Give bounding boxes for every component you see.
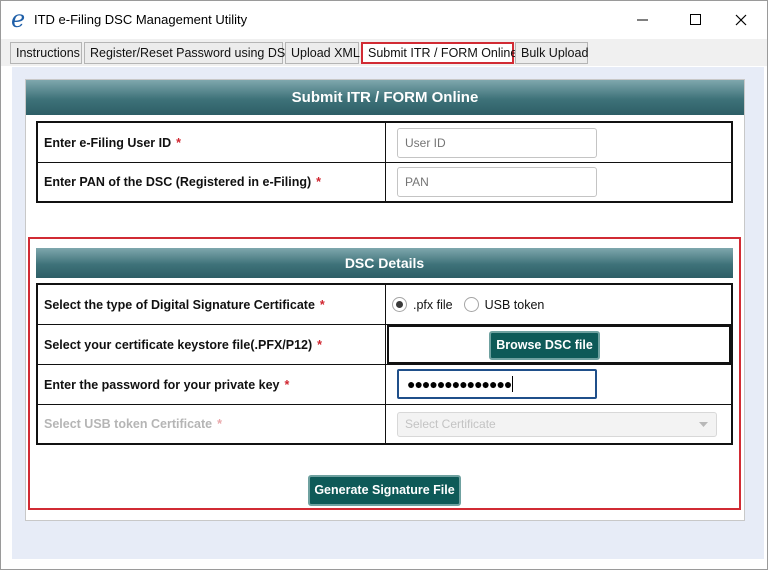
user-id-label-cell: Enter e-Filing User ID * xyxy=(38,123,386,162)
cert-type-radio-group: .pfx file USB token xyxy=(392,285,544,324)
text-caret xyxy=(512,376,514,392)
tab-submit-itr-form-online[interactable]: Submit ITR / FORM Online xyxy=(361,42,517,64)
maximize-button[interactable] xyxy=(681,7,711,33)
cert-type-row: Select the type of Digital Signature Cer… xyxy=(38,285,731,325)
page-title: Submit ITR / FORM Online xyxy=(26,80,744,115)
cert-type-label-cell: Select the type of Digital Signature Cer… xyxy=(38,285,386,324)
tab-register-reset-password[interactable]: Register/Reset Password using DSC xyxy=(84,42,294,64)
usb-certificate-select[interactable]: Select Certificate xyxy=(397,412,717,437)
keystore-label-cell: Select your certificate keystore file(.P… xyxy=(38,325,386,364)
password-label: Enter the password for your private key xyxy=(44,377,280,392)
required-mark: * xyxy=(176,135,181,150)
dsc-details-header: DSC Details xyxy=(36,248,733,278)
cert-type-control-cell: .pfx file USB token xyxy=(387,285,731,324)
tab-bar: Instructions Register/Reset Password usi… xyxy=(1,39,767,66)
user-id-row: Enter e-Filing User ID * xyxy=(38,123,731,163)
dsc-details-table: Select the type of Digital Signature Cer… xyxy=(36,283,733,445)
generate-signature-file-button[interactable]: Generate Signature File xyxy=(308,475,461,506)
pfx-file-radio[interactable] xyxy=(392,297,407,312)
keystore-control-cell: Browse DSC file xyxy=(387,325,731,364)
required-mark: * xyxy=(317,337,323,352)
user-details-table: Enter e-Filing User ID * Enter PAN of th… xyxy=(36,121,733,203)
usb-cert-row: Select USB token Certificate * Select Ce… xyxy=(38,405,731,443)
pan-input[interactable] xyxy=(397,167,597,197)
usb-cert-label-cell: Select USB token Certificate * xyxy=(38,405,386,443)
browse-dsc-file-button[interactable]: Browse DSC file xyxy=(489,331,600,360)
usb-cert-label: Select USB token Certificate xyxy=(44,417,213,431)
title-bar: e ITD e-Filing DSC Management Utility xyxy=(1,1,767,39)
app-window: e ITD e-Filing DSC Management Utility In… xyxy=(0,0,768,570)
user-id-control-cell xyxy=(387,123,731,162)
required-mark: * xyxy=(316,175,322,189)
tab-bulk-upload[interactable]: Bulk Upload xyxy=(515,42,588,64)
tab-upload-xml[interactable]: Upload XML xyxy=(285,42,360,64)
maximize-icon xyxy=(690,14,701,25)
e-filing-logo-icon: e xyxy=(11,5,26,33)
cert-type-label: Select the type of Digital Signature Cer… xyxy=(44,297,315,312)
pan-label-cell: Enter PAN of the DSC (Registered in e-Fi… xyxy=(38,163,386,201)
chevron-down-icon xyxy=(699,422,708,427)
keystore-row: Select your certificate keystore file(.P… xyxy=(38,325,731,365)
pan-control-cell xyxy=(387,163,731,201)
required-mark: * xyxy=(319,297,325,312)
close-button[interactable] xyxy=(726,7,756,33)
user-id-input[interactable] xyxy=(397,128,597,158)
usb-certificate-placeholder: Select Certificate xyxy=(405,417,496,431)
pan-label: Enter PAN of the DSC (Registered in e-Fi… xyxy=(44,175,312,189)
minimize-button[interactable] xyxy=(628,7,658,33)
password-mask: ●●●●●●●●●●●●●● xyxy=(407,376,512,392)
usb-token-radio-label[interactable]: USB token xyxy=(485,298,545,312)
usb-token-radio[interactable] xyxy=(463,297,479,312)
window-title: ITD e-Filing DSC Management Utility xyxy=(34,12,248,27)
private-key-password-input[interactable]: ●●●●●●●●●●●●●● xyxy=(397,369,597,399)
pan-row: Enter PAN of the DSC (Registered in e-Fi… xyxy=(38,163,731,201)
password-control-cell: ●●●●●●●●●●●●●● xyxy=(387,365,731,404)
required-mark: * xyxy=(284,377,290,392)
user-id-label: Enter e-Filing User ID xyxy=(44,135,172,150)
password-label-cell: Enter the password for your private key … xyxy=(38,365,386,404)
pfx-file-radio-label[interactable]: .pfx file xyxy=(413,298,453,312)
password-row: Enter the password for your private key … xyxy=(38,365,731,405)
minimize-icon xyxy=(637,19,648,21)
required-mark: * xyxy=(217,417,222,431)
close-icon xyxy=(735,14,747,26)
usb-cert-control-cell: Select Certificate xyxy=(387,405,731,443)
tab-instructions[interactable]: Instructions xyxy=(10,42,82,64)
keystore-label: Select your certificate keystore file(.P… xyxy=(44,337,313,352)
